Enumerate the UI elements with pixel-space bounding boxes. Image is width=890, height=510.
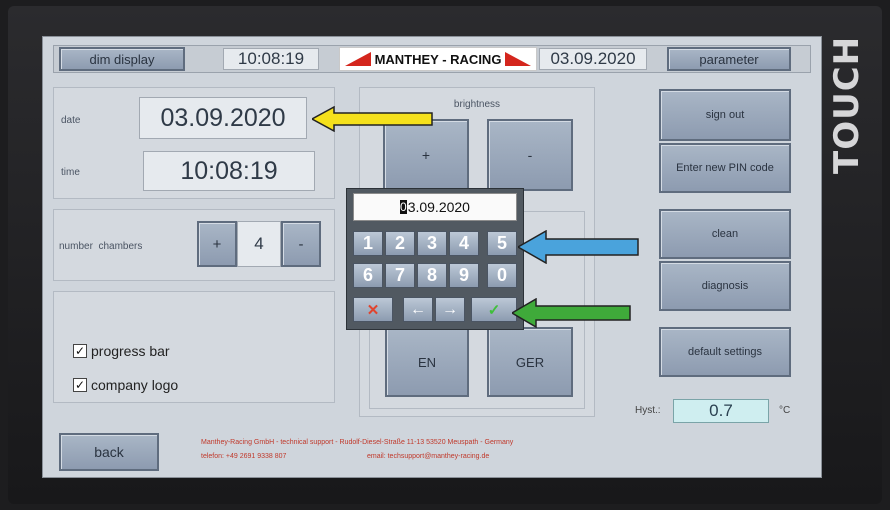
key-6[interactable]: 6 — [353, 263, 383, 288]
logo-right-wing-icon — [505, 52, 532, 66]
key-2[interactable]: 2 — [385, 231, 415, 256]
progress-bar-checkbox[interactable]: ✓ — [73, 344, 87, 358]
hyst-value-field[interactable]: 0.7 — [673, 399, 769, 423]
company-logo-checkbox[interactable]: ✓ — [73, 378, 87, 392]
cancel-key[interactable]: ✕ — [353, 297, 393, 322]
numeric-keypad-popup: 0 0 3.09.2020 1 2 3 4 5 6 7 8 9 0 ✕ ← → … — [346, 188, 524, 330]
green-arrow-icon — [512, 298, 631, 328]
key-1[interactable]: 1 — [353, 231, 383, 256]
company-logo-option[interactable]: ✓ company logo — [73, 377, 178, 393]
header-date: 03.09.2020 — [539, 48, 647, 70]
blue-arrow-icon — [518, 230, 639, 264]
cursor-right-key[interactable]: → — [435, 297, 465, 322]
footer-company-line: Manthey-Racing GmbH - technical support … — [201, 439, 514, 446]
diagnosis-button[interactable]: diagnosis — [659, 261, 791, 311]
dim-display-button[interactable]: dim display — [59, 47, 185, 71]
chambers-value: 4 — [237, 221, 281, 267]
back-button[interactable]: back — [59, 433, 159, 471]
header-time: 10:08:19 — [223, 48, 319, 70]
hyst-unit: °C — [779, 405, 791, 416]
arrow-left-icon: ← — [410, 300, 426, 318]
key-0[interactable]: 0 — [487, 263, 517, 288]
brightness-minus-button[interactable]: - — [487, 119, 573, 191]
key-9[interactable]: 9 — [449, 263, 479, 288]
key-4[interactable]: 4 — [449, 231, 479, 256]
date-label: date — [61, 115, 81, 126]
company-logo-label: company logo — [91, 377, 179, 393]
keypad-display: 0 0 3.09.2020 — [353, 193, 517, 221]
progress-bar-label: progress bar — [91, 343, 170, 359]
parameter-button[interactable]: parameter — [667, 47, 791, 71]
language-ger-button[interactable]: GER — [487, 327, 573, 397]
confirm-key[interactable]: ✓ — [471, 297, 517, 322]
keypad-cursor: 0 — [400, 200, 407, 214]
logo-text: MANTHEY - RACING — [374, 51, 502, 67]
keypad-display-text: 3.09.2020 — [407, 199, 470, 215]
chambers-label: number chambers — [59, 241, 143, 252]
logo-left-wing-icon — [344, 52, 371, 66]
default-settings-button[interactable]: default settings — [659, 327, 791, 377]
key-5[interactable]: 5 — [487, 231, 517, 256]
date-field[interactable]: 03.09.2020 — [139, 97, 307, 139]
cancel-x-icon: ✕ — [366, 301, 380, 319]
touch-label: TOUCH — [827, 35, 867, 175]
progress-bar-option[interactable]: ✓ progress bar — [73, 343, 170, 359]
time-label: time — [61, 167, 80, 178]
manthey-racing-logo: MANTHEY - RACING — [339, 47, 537, 71]
hyst-label: Hyst.: — [635, 405, 661, 416]
footer-phone: telefon: +49 2691 9338 807 — [201, 453, 287, 460]
key-7[interactable]: 7 — [385, 263, 415, 288]
yellow-arrow-icon — [312, 106, 433, 132]
key-3[interactable]: 3 — [417, 231, 447, 256]
checkmark-icon: ✓ — [487, 301, 501, 319]
footer-email: email: techsupport@manthey-racing.de — [367, 453, 490, 460]
language-en-button[interactable]: EN — [385, 327, 469, 397]
cursor-left-key[interactable]: ← — [403, 297, 433, 322]
time-field[interactable]: 10:08:19 — [143, 151, 315, 191]
chambers-plus-button[interactable]: + — [197, 221, 237, 267]
sign-out-button[interactable]: sign out — [659, 89, 791, 141]
clean-button[interactable]: clean — [659, 209, 791, 259]
arrow-right-icon: → — [442, 300, 458, 318]
enter-new-pin-button[interactable]: Enter new PIN code — [659, 143, 791, 193]
key-8[interactable]: 8 — [417, 263, 447, 288]
chambers-minus-button[interactable]: - — [281, 221, 321, 267]
